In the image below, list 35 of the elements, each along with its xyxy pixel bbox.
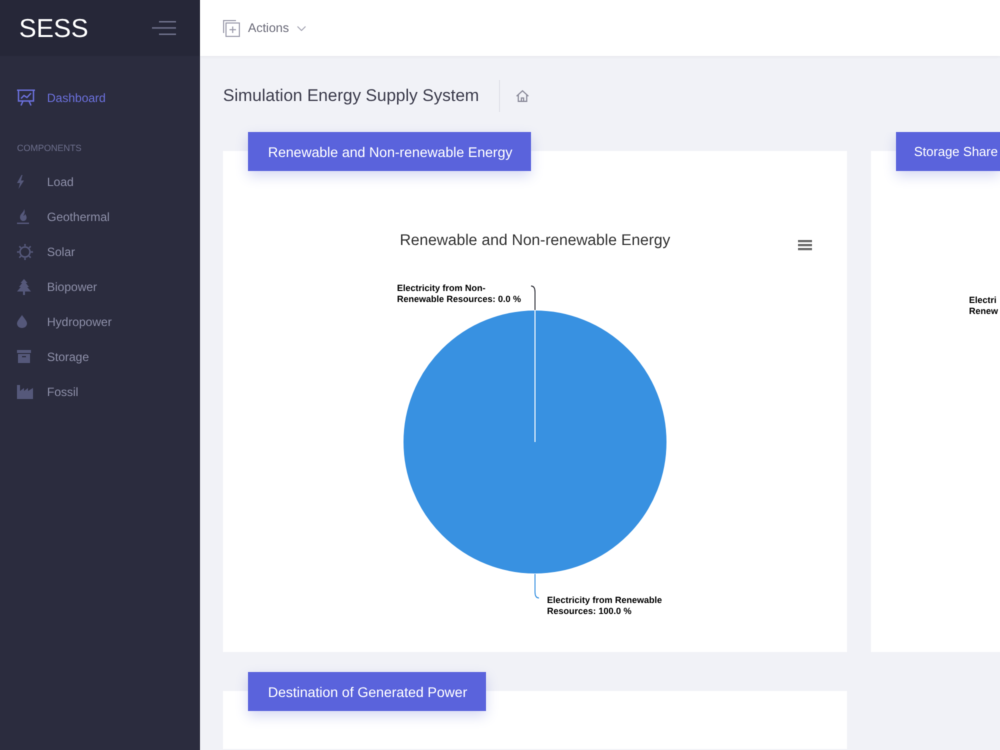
card-header-label: Renewable and Non-renewable Energy	[248, 132, 532, 171]
sidebar-item[interactable]: Hydropower	[0, 304, 200, 339]
menu-icon[interactable]	[798, 240, 812, 250]
leader-line	[530, 286, 536, 310]
flame-icon	[17, 209, 29, 224]
leader-line	[534, 574, 540, 598]
chevron-down-icon	[297, 26, 306, 30]
section-heading: COMPONENTS	[17, 142, 82, 154]
sidebar-item[interactable]: Fossil	[0, 374, 200, 409]
sidebar-item[interactable]: Solar	[0, 234, 200, 269]
sidebar-item[interactable]: Biopower	[0, 269, 200, 304]
menu-icon[interactable]	[152, 21, 176, 35]
chart-title: Renewable and Non-renewable Energy	[400, 231, 670, 251]
data-label: Electricity from Non-Renewable Resources: 0.0 %	[397, 282, 522, 304]
factory-icon	[17, 384, 33, 398]
home-icon[interactable]	[516, 90, 530, 102]
sidebar-item[interactable]: Dashboard	[0, 80, 200, 115]
sidebar-item[interactable]: Storage	[0, 339, 200, 374]
presentation-chart-icon	[17, 89, 35, 106]
sun-icon	[17, 244, 33, 260]
drop-icon	[17, 315, 27, 328]
app-logo: SESS	[19, 13, 88, 43]
data-label: Electri	[969, 295, 997, 306]
plus-square-icon	[223, 20, 240, 36]
card-header-label: Destination of Generated Power	[248, 672, 486, 711]
actions-button[interactable]: Actions	[223, 20, 306, 36]
page-title: Simulation Energy Supply System	[223, 80, 500, 112]
data-label: Renew	[969, 306, 998, 317]
sidebar-item[interactable]: Load	[0, 164, 200, 199]
bolt-icon	[17, 174, 24, 188]
archive-box-icon	[17, 350, 31, 363]
tree-icon	[17, 278, 31, 294]
data-label: Electricity from Renewable Resources: 100.0 %	[547, 594, 664, 616]
sidebar-item[interactable]: Geothermal	[0, 199, 200, 234]
card-header-label: Storage Share	[896, 132, 1000, 171]
